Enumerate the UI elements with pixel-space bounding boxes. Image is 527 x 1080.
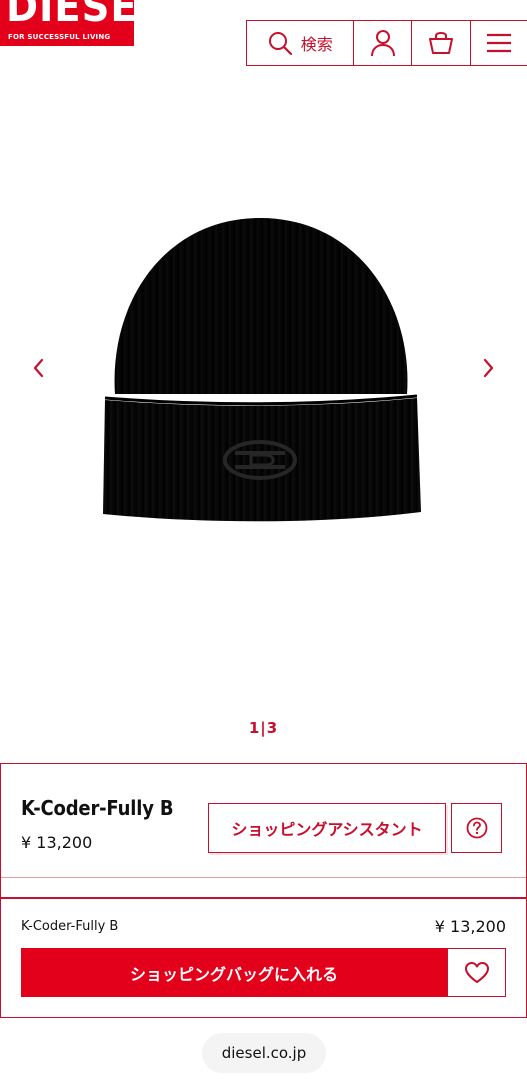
- search-button[interactable]: 検索: [247, 21, 354, 65]
- browser-url-bar[interactable]: diesel.co.jp: [202, 1033, 326, 1073]
- gallery-next-button[interactable]: [476, 356, 500, 380]
- chevron-right-icon: [483, 358, 494, 378]
- product-name: K-Coder-Fully B: [21, 796, 174, 820]
- product-price: ¥ 13,200: [21, 833, 93, 852]
- chevron-left-icon: [33, 358, 44, 378]
- heart-icon: [464, 961, 489, 983]
- question-icon: [466, 817, 487, 839]
- account-button[interactable]: [354, 21, 413, 65]
- add-to-bag-button[interactable]: ショッピングバッグに入れる: [21, 948, 447, 997]
- summary-product-name: K-Coder-Fully B: [21, 919, 119, 934]
- diesel-logo[interactable]: DIESEL FOR SUCCESSFUL LIVING: [0, 0, 134, 46]
- product-image: [103, 218, 421, 522]
- cart-button[interactable]: [412, 21, 472, 65]
- search-label: 検索: [300, 35, 333, 54]
- favorite-button[interactable]: [447, 948, 506, 997]
- logo-wordmark: DIESEL: [6, 0, 134, 31]
- header-nav: 検索: [246, 20, 527, 66]
- user-icon: [370, 30, 395, 57]
- menu-button[interactable]: [471, 21, 527, 65]
- search-icon: [268, 32, 292, 56]
- help-button[interactable]: [451, 803, 502, 853]
- gallery-pager: 1|3: [248, 719, 279, 737]
- logo-tagline: FOR SUCCESSFUL LIVING: [8, 33, 111, 41]
- divider: [1, 897, 526, 899]
- summary-product-price: ¥ 13,200: [434, 917, 506, 936]
- shopping-assistant-button[interactable]: ショッピングアシスタント: [208, 803, 446, 853]
- menu-icon: [487, 33, 512, 53]
- divider: [1, 877, 526, 878]
- gallery-prev-button[interactable]: [27, 356, 51, 380]
- cart-icon: [429, 31, 454, 54]
